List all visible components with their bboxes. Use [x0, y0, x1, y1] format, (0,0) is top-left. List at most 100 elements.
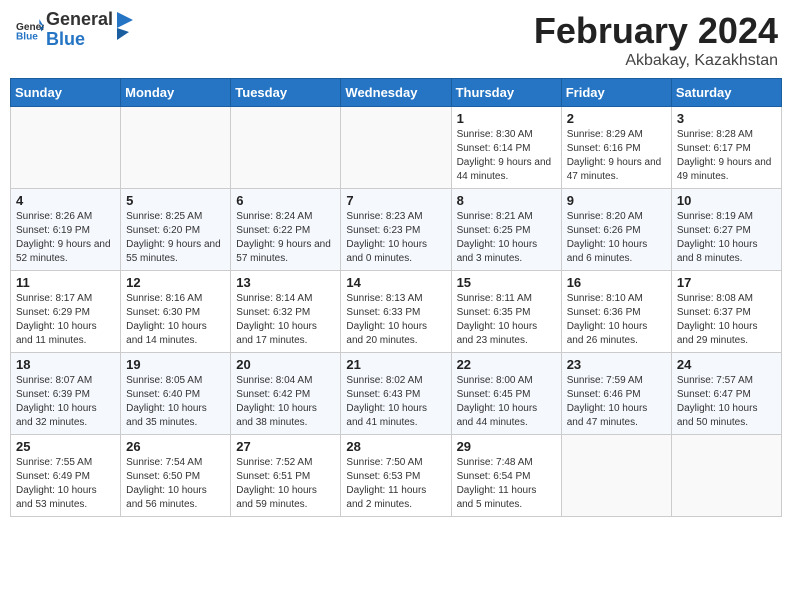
day-number: 12: [126, 275, 225, 290]
day-info: Sunrise: 8:21 AM Sunset: 6:25 PM Dayligh…: [457, 210, 556, 266]
calendar-cell: 1 Sunrise: 8:30 AM Sunset: 6:14 PM Daylig…: [451, 107, 561, 189]
day-number: 11: [16, 275, 115, 290]
day-number: 28: [346, 439, 445, 454]
page-header: General Blue General Blue February 2024 …: [10, 10, 782, 70]
weekday-header-monday: Monday: [121, 79, 231, 107]
calendar-header-row: SundayMondayTuesdayWednesdayThursdayFrid…: [11, 79, 782, 107]
day-info: Sunrise: 8:25 AM Sunset: 6:20 PM Dayligh…: [126, 210, 225, 266]
day-number: 6: [236, 193, 335, 208]
day-number: 24: [677, 357, 776, 372]
calendar-cell: 21 Sunrise: 8:02 AM Sunset: 6:43 PM Dayli…: [341, 353, 451, 435]
calendar-cell: 12 Sunrise: 8:16 AM Sunset: 6:30 PM Dayli…: [121, 271, 231, 353]
day-info: Sunrise: 8:14 AM Sunset: 6:32 PM Dayligh…: [236, 292, 335, 348]
calendar-week-row: 18 Sunrise: 8:07 AM Sunset: 6:39 PM Dayli…: [11, 353, 782, 435]
calendar-cell: 11 Sunrise: 8:17 AM Sunset: 6:29 PM Dayli…: [11, 271, 121, 353]
calendar-cell: [671, 435, 781, 517]
day-number: 7: [346, 193, 445, 208]
day-info: Sunrise: 7:55 AM Sunset: 6:49 PM Dayligh…: [16, 456, 115, 512]
calendar-cell: 14 Sunrise: 8:13 AM Sunset: 6:33 PM Dayli…: [341, 271, 451, 353]
day-number: 14: [346, 275, 445, 290]
day-info: Sunrise: 8:07 AM Sunset: 6:39 PM Dayligh…: [16, 374, 115, 430]
calendar-cell: [561, 435, 671, 517]
calendar-cell: 24 Sunrise: 7:57 AM Sunset: 6:47 PM Dayli…: [671, 353, 781, 435]
calendar-week-row: 25Sunrise: 7:55 AM Sunset: 6:49 PM Dayli…: [11, 435, 782, 517]
day-info: Sunrise: 8:16 AM Sunset: 6:30 PM Dayligh…: [126, 292, 225, 348]
calendar-cell: 13Sunrise: 8:14 AM Sunset: 6:32 PM Dayli…: [231, 271, 341, 353]
day-info: Sunrise: 8:28 AM Sunset: 6:17 PM Dayligh…: [677, 128, 776, 184]
calendar-cell: 6Sunrise: 8:24 AM Sunset: 6:22 PM Daylig…: [231, 189, 341, 271]
calendar-cell: 19 Sunrise: 8:05 AM Sunset: 6:40 PM Dayli…: [121, 353, 231, 435]
logo-flag-icon: [115, 12, 135, 48]
day-info: Sunrise: 8:30 AM Sunset: 6:14 PM Dayligh…: [457, 128, 556, 184]
day-number: 5: [126, 193, 225, 208]
day-info: Sunrise: 8:17 AM Sunset: 6:29 PM Dayligh…: [16, 292, 115, 348]
day-info: Sunrise: 7:52 AM Sunset: 6:51 PM Dayligh…: [236, 456, 335, 512]
day-info: Sunrise: 7:57 AM Sunset: 6:47 PM Dayligh…: [677, 374, 776, 430]
day-info: Sunrise: 7:59 AM Sunset: 6:46 PM Dayligh…: [567, 374, 666, 430]
weekday-header-saturday: Saturday: [671, 79, 781, 107]
calendar-week-row: 1 Sunrise: 8:30 AM Sunset: 6:14 PM Daylig…: [11, 107, 782, 189]
month-year-title: February 2024: [534, 10, 778, 52]
day-info: Sunrise: 8:26 AM Sunset: 6:19 PM Dayligh…: [16, 210, 115, 266]
day-info: Sunrise: 8:00 AM Sunset: 6:45 PM Dayligh…: [457, 374, 556, 430]
day-info: Sunrise: 8:05 AM Sunset: 6:40 PM Dayligh…: [126, 374, 225, 430]
calendar-table: SundayMondayTuesdayWednesdayThursdayFrid…: [10, 78, 782, 517]
location-subtitle: Akbakay, Kazakhstan: [534, 52, 778, 70]
logo-icon: General Blue: [16, 16, 44, 44]
calendar-week-row: 11 Sunrise: 8:17 AM Sunset: 6:29 PM Dayli…: [11, 271, 782, 353]
calendar-cell: 27 Sunrise: 7:52 AM Sunset: 6:51 PM Dayli…: [231, 435, 341, 517]
day-number: 27: [236, 439, 335, 454]
calendar-cell: [341, 107, 451, 189]
calendar-cell: 15 Sunrise: 8:11 AM Sunset: 6:35 PM Dayli…: [451, 271, 561, 353]
day-number: 19: [126, 357, 225, 372]
day-info: Sunrise: 8:11 AM Sunset: 6:35 PM Dayligh…: [457, 292, 556, 348]
logo-general-text: General: [46, 10, 113, 30]
calendar-cell: 5 Sunrise: 8:25 AM Sunset: 6:20 PM Daylig…: [121, 189, 231, 271]
weekday-header-wednesday: Wednesday: [341, 79, 451, 107]
day-number: 10: [677, 193, 776, 208]
calendar-cell: 8Sunrise: 8:21 AM Sunset: 6:25 PM Daylig…: [451, 189, 561, 271]
day-info: Sunrise: 7:48 AM Sunset: 6:54 PM Dayligh…: [457, 456, 556, 512]
weekday-header-thursday: Thursday: [451, 79, 561, 107]
calendar-cell: 4 Sunrise: 8:26 AM Sunset: 6:19 PM Daylig…: [11, 189, 121, 271]
calendar-cell: 16Sunrise: 8:10 AM Sunset: 6:36 PM Dayli…: [561, 271, 671, 353]
calendar-cell: 9 Sunrise: 8:20 AM Sunset: 6:26 PM Daylig…: [561, 189, 671, 271]
calendar-cell: 29Sunrise: 7:48 AM Sunset: 6:54 PM Dayli…: [451, 435, 561, 517]
day-number: 16: [567, 275, 666, 290]
svg-text:Blue: Blue: [16, 31, 38, 42]
day-info: Sunrise: 8:29 AM Sunset: 6:16 PM Dayligh…: [567, 128, 666, 184]
calendar-cell: [121, 107, 231, 189]
calendar-cell: [11, 107, 121, 189]
calendar-cell: 17Sunrise: 8:08 AM Sunset: 6:37 PM Dayli…: [671, 271, 781, 353]
calendar-cell: 20Sunrise: 8:04 AM Sunset: 6:42 PM Dayli…: [231, 353, 341, 435]
day-info: Sunrise: 8:02 AM Sunset: 6:43 PM Dayligh…: [346, 374, 445, 430]
day-number: 21: [346, 357, 445, 372]
day-info: Sunrise: 7:54 AM Sunset: 6:50 PM Dayligh…: [126, 456, 225, 512]
day-number: 15: [457, 275, 556, 290]
weekday-header-sunday: Sunday: [11, 79, 121, 107]
weekday-header-tuesday: Tuesday: [231, 79, 341, 107]
day-number: 4: [16, 193, 115, 208]
day-number: 9: [567, 193, 666, 208]
day-number: 23: [567, 357, 666, 372]
day-info: Sunrise: 8:23 AM Sunset: 6:23 PM Dayligh…: [346, 210, 445, 266]
calendar-cell: 18 Sunrise: 8:07 AM Sunset: 6:39 PM Dayli…: [11, 353, 121, 435]
calendar-cell: 10Sunrise: 8:19 AM Sunset: 6:27 PM Dayli…: [671, 189, 781, 271]
logo: General Blue General Blue: [14, 10, 135, 50]
calendar-cell: 28 Sunrise: 7:50 AM Sunset: 6:53 PM Dayli…: [341, 435, 451, 517]
day-number: 3: [677, 111, 776, 126]
day-info: Sunrise: 7:50 AM Sunset: 6:53 PM Dayligh…: [346, 456, 445, 512]
day-info: Sunrise: 8:13 AM Sunset: 6:33 PM Dayligh…: [346, 292, 445, 348]
logo-blue-text: Blue: [46, 30, 113, 50]
calendar-cell: 26 Sunrise: 7:54 AM Sunset: 6:50 PM Dayli…: [121, 435, 231, 517]
calendar-cell: [231, 107, 341, 189]
day-number: 18: [16, 357, 115, 372]
title-block: February 2024 Akbakay, Kazakhstan: [534, 10, 778, 70]
day-number: 26: [126, 439, 225, 454]
calendar-cell: 2Sunrise: 8:29 AM Sunset: 6:16 PM Daylig…: [561, 107, 671, 189]
day-number: 1: [457, 111, 556, 126]
day-number: 17: [677, 275, 776, 290]
calendar-cell: 22Sunrise: 8:00 AM Sunset: 6:45 PM Dayli…: [451, 353, 561, 435]
calendar-cell: 3 Sunrise: 8:28 AM Sunset: 6:17 PM Daylig…: [671, 107, 781, 189]
day-info: Sunrise: 8:20 AM Sunset: 6:26 PM Dayligh…: [567, 210, 666, 266]
